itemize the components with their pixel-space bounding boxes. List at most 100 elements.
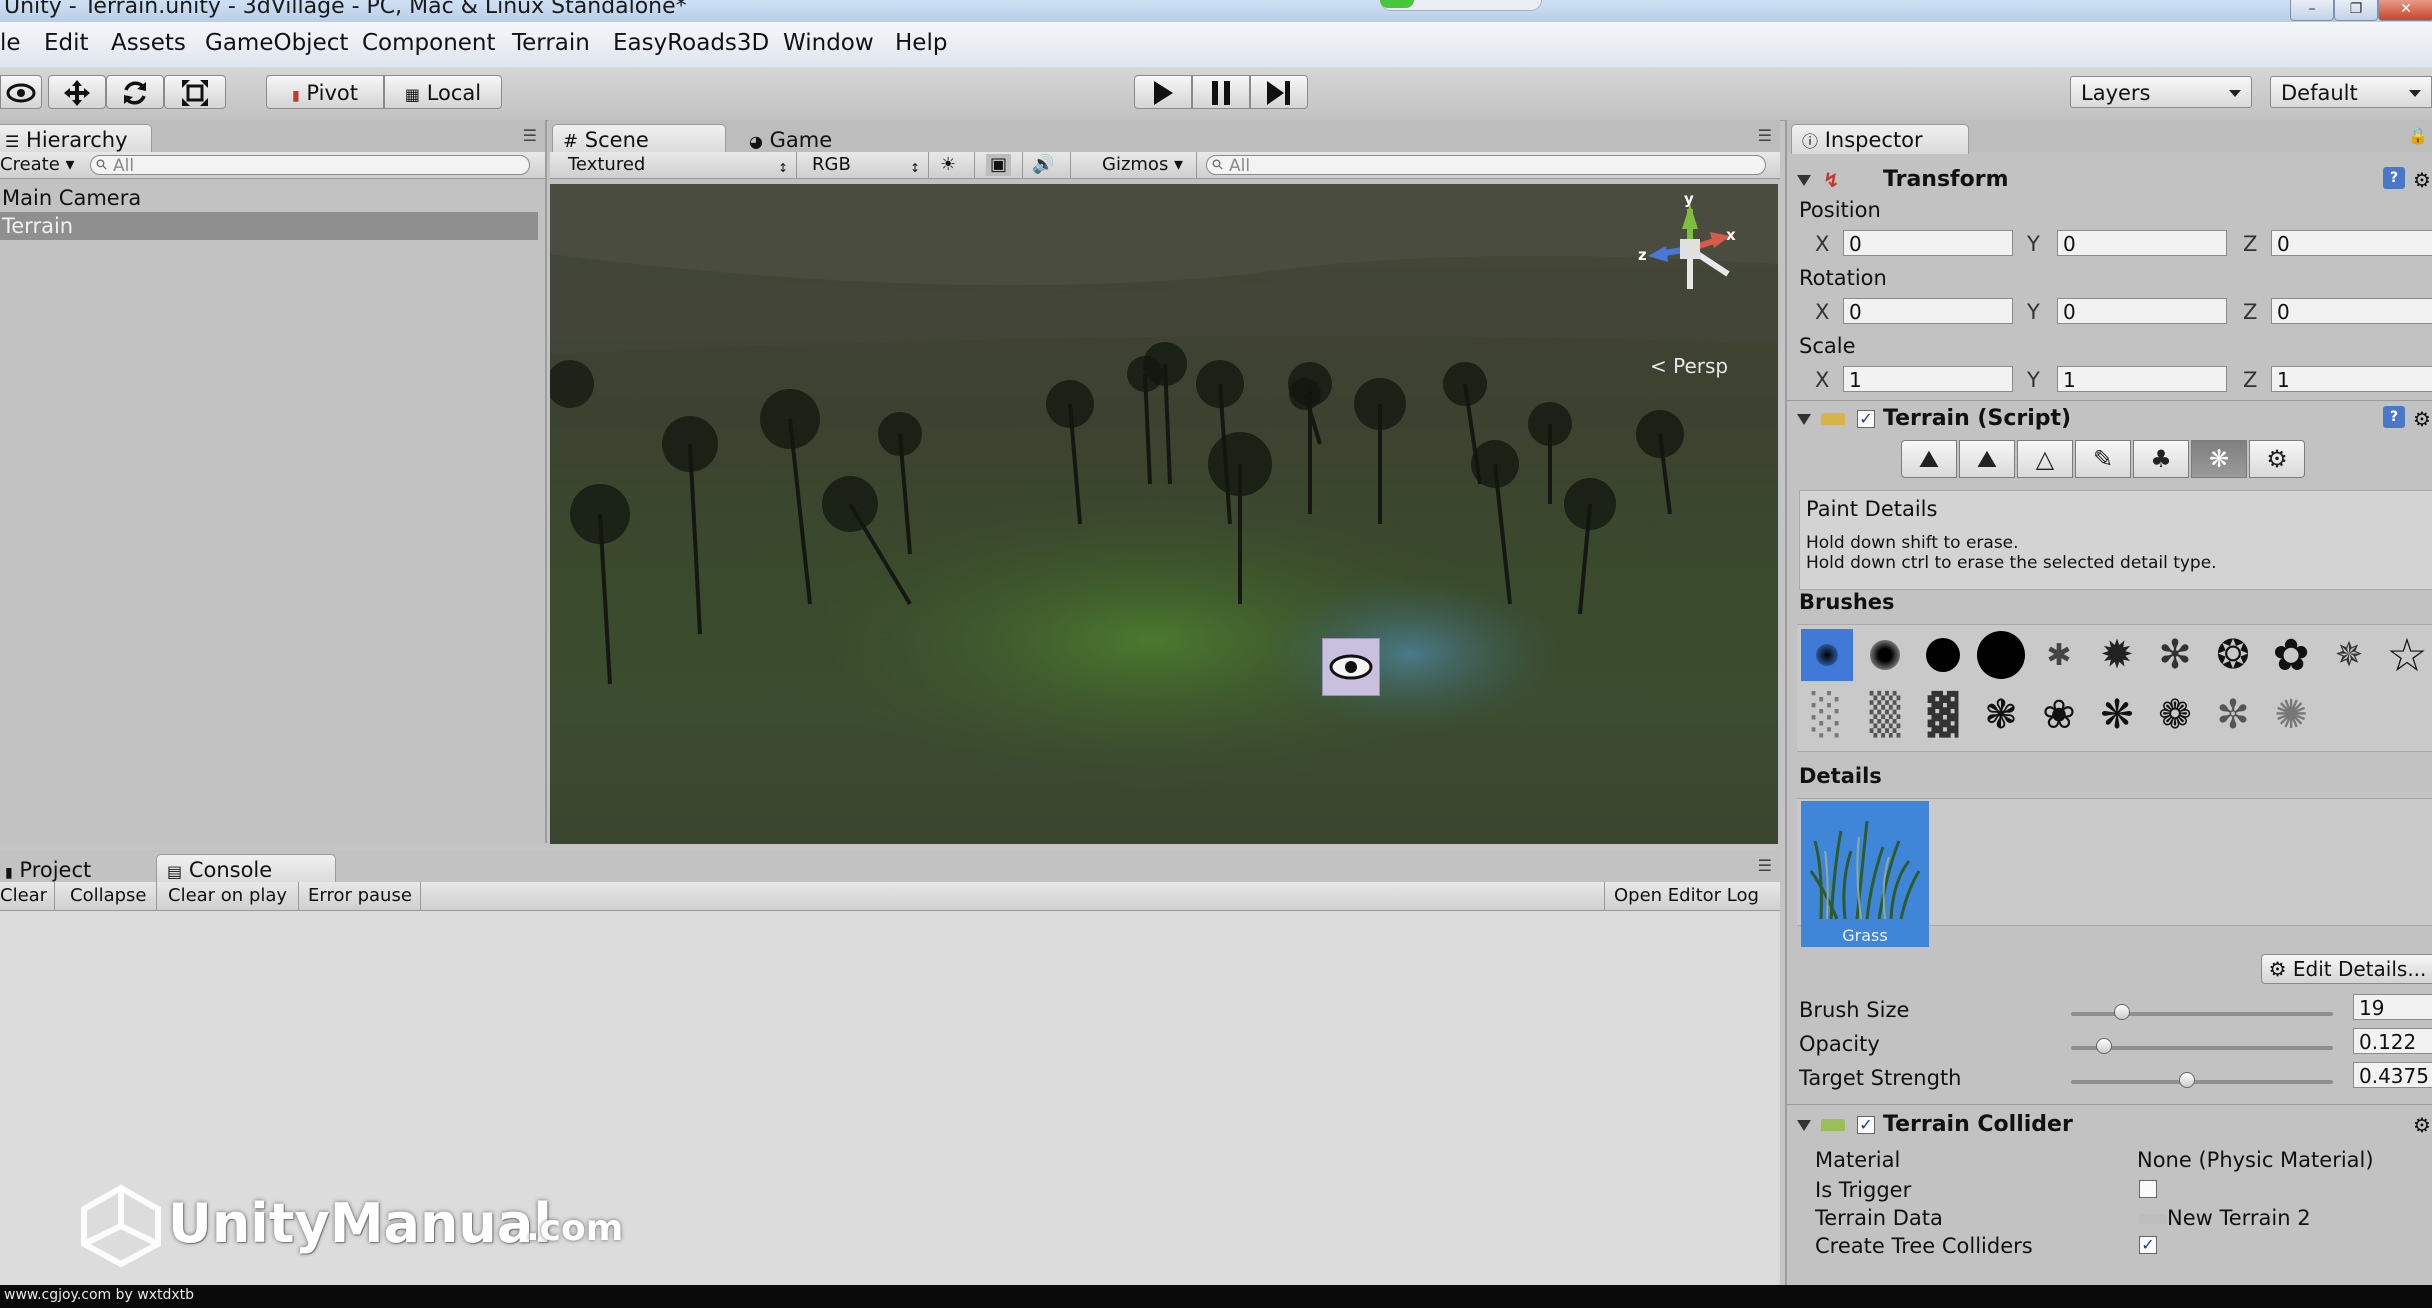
render-mode-dropdown[interactable]: Textured <box>568 154 788 176</box>
terrain-collider-header[interactable]: ✓ Terrain Collider ⚙ <box>1787 1108 2432 1142</box>
paint-details-tool[interactable]: ❋ <box>2191 440 2247 478</box>
scene-search-input[interactable]: All <box>1206 155 1766 176</box>
tab-scene[interactable]: # Scene <box>552 124 726 154</box>
raise-lower-tool[interactable]: ⛰ <box>1901 440 1957 478</box>
scale-x-field[interactable]: 1 <box>1843 366 2013 392</box>
clear-button[interactable]: Clear <box>0 885 47 907</box>
position-z-field[interactable]: 0 <box>2271 230 2432 256</box>
paint-texture-tool[interactable]: ✎ <box>2075 440 2131 478</box>
brush-hard-medium[interactable] <box>1917 629 1969 681</box>
gear-icon[interactable]: ⚙ <box>2413 1108 2431 1142</box>
brush-splat[interactable]: ❋ <box>2091 689 2143 741</box>
menu-easyroads3d[interactable]: EasyRoads3D <box>613 30 769 56</box>
local-toggle[interactable]: ▦ Local <box>384 75 502 109</box>
maximize-button[interactable]: ❐ <box>2334 0 2378 21</box>
smooth-height-tool[interactable]: △ <box>2017 440 2073 478</box>
gear-icon[interactable]: ⚙ <box>2413 402 2431 436</box>
edit-details-button[interactable]: ⚙ Edit Details... <box>2261 954 2432 984</box>
target-strength-slider-knob[interactable] <box>2178 1072 2195 1088</box>
lighting-toggle-icon[interactable]: ☀ <box>940 154 956 176</box>
brush-splatter-2[interactable]: ✻ <box>2149 629 2201 681</box>
tab-inspector[interactable]: ⓘ Inspector <box>1791 124 1969 154</box>
layout-dropdown[interactable]: Default <box>2270 76 2432 108</box>
terrain-enabled-checkbox[interactable]: ✓ <box>1857 410 1875 428</box>
play-button[interactable] <box>1134 75 1192 109</box>
create-dropdown[interactable]: Create ▾ <box>0 154 75 176</box>
menu-assets[interactable]: Assets <box>111 30 186 56</box>
error-pause-button[interactable]: Error pause <box>308 885 412 907</box>
menu-help[interactable]: Help <box>895 30 947 56</box>
brush-dots[interactable]: ❁ <box>2149 689 2201 741</box>
tab-game[interactable]: ◕ Game <box>738 124 898 154</box>
menu-window[interactable]: Window <box>783 30 874 56</box>
view-tool-button[interactable] <box>0 75 42 109</box>
rotation-y-field[interactable]: 0 <box>2057 298 2227 324</box>
tab-hierarchy[interactable]: ☰ Hierarchy <box>0 124 152 154</box>
brush-blot-1[interactable]: ❃ <box>1975 689 2027 741</box>
paint-height-tool[interactable]: ⛰ <box>1959 440 2015 478</box>
rotate-tool-button[interactable] <box>106 75 164 109</box>
brush-size-slider-track[interactable] <box>2071 1012 2333 1016</box>
target-strength-slider-track[interactable] <box>2071 1080 2333 1084</box>
image-toggle-icon[interactable]: ▣ <box>986 154 1012 176</box>
target-strength-field[interactable]: 0.4375 <box>2353 1062 2432 1088</box>
panel-menu-icon[interactable]: ☰ <box>1758 856 1772 875</box>
opacity-field[interactable]: 0.122 <box>2353 1028 2432 1054</box>
brush-noise-1[interactable]: ░ <box>1801 689 1853 741</box>
panel-menu-icon[interactable]: ☰ <box>523 126 537 145</box>
brush-scatter-1[interactable]: ✼ <box>2207 689 2259 741</box>
scale-z-field[interactable]: 1 <box>2271 366 2432 392</box>
position-y-field[interactable]: 0 <box>2057 230 2227 256</box>
lock-icon[interactable]: 🔒 <box>2408 126 2428 145</box>
material-field[interactable]: None (Physic Material) <box>2137 1148 2374 1172</box>
close-button[interactable]: ✕ <box>2378 0 2432 21</box>
move-tool-button[interactable] <box>48 75 106 109</box>
open-editor-log-button[interactable]: Open Editor Log <box>1614 885 1759 907</box>
minimize-button[interactable]: – <box>2290 0 2334 21</box>
detail-item-grass[interactable]: Grass <box>1801 801 1929 947</box>
brush-blot-2[interactable]: ❀ <box>2033 689 2085 741</box>
tab-console[interactable]: ▤ Console <box>156 854 336 884</box>
help-icon[interactable]: ? <box>2383 167 2405 189</box>
pause-button[interactable] <box>1192 75 1250 109</box>
orientation-gizmo[interactable] <box>1630 194 1750 314</box>
brush-star-thin[interactable]: ✵ <box>2323 629 2375 681</box>
scale-tool-button[interactable] <box>164 75 226 109</box>
menu-edit[interactable]: Edit <box>44 30 89 56</box>
brush-noise-3[interactable]: ▓ <box>1917 689 1969 741</box>
brush-soft-medium[interactable] <box>1859 629 1911 681</box>
camera-icon[interactable] <box>1322 638 1380 696</box>
brush-splatter-3[interactable]: ❂ <box>2207 629 2259 681</box>
place-trees-tool[interactable]: ♣ <box>2133 440 2189 478</box>
brush-scatter-2[interactable]: ✺ <box>2265 689 2317 741</box>
brush-sparkle[interactable]: ✱ <box>2033 629 2085 681</box>
hierarchy-item-main-camera[interactable]: Main Camera <box>0 184 538 212</box>
color-mode-dropdown[interactable]: RGB <box>812 154 922 176</box>
brush-star[interactable]: ☆ <box>2381 628 2432 682</box>
brush-size-slider-knob[interactable] <box>2113 1004 2130 1020</box>
help-icon[interactable]: ? <box>2383 406 2405 428</box>
opacity-slider-knob[interactable] <box>2095 1038 2112 1054</box>
tab-project[interactable]: ▮ Project <box>0 854 144 884</box>
pivot-toggle[interactable]: ▮ Pivot <box>266 75 384 109</box>
is-trigger-checkbox[interactable] <box>2139 1180 2157 1198</box>
collider-enabled-checkbox[interactable]: ✓ <box>1857 1116 1875 1134</box>
brush-cloud[interactable]: ✿ <box>2265 629 2317 681</box>
menu-terrain[interactable]: Terrain <box>512 30 590 56</box>
gizmos-dropdown[interactable]: Gizmos ▾ <box>1102 154 1183 176</box>
hierarchy-search-input[interactable]: All <box>90 155 530 176</box>
rotation-z-field[interactable]: 0 <box>2271 298 2432 324</box>
projection-label[interactable]: < Persp <box>1650 354 1728 378</box>
layers-dropdown[interactable]: Layers <box>2070 76 2252 108</box>
clear-on-play-button[interactable]: Clear on play <box>168 885 287 907</box>
brush-splatter-1[interactable]: ✹ <box>2091 629 2143 681</box>
brush-noise-2[interactable]: ▒ <box>1859 689 1911 741</box>
collapse-button[interactable]: Collapse <box>70 885 147 907</box>
scene-viewport[interactable]: y x z < Persp <box>550 184 1778 844</box>
position-x-field[interactable]: 0 <box>1843 230 2013 256</box>
brush-size-field[interactable]: 19 <box>2353 994 2432 1020</box>
terrain-data-field[interactable]: New Terrain 2 <box>2167 1206 2311 1230</box>
audio-toggle-icon[interactable]: 🔊 <box>1032 154 1054 176</box>
brush-hard-large[interactable] <box>1975 629 2027 681</box>
transform-header[interactable]: ↯ Transform ? ⚙ <box>1787 163 2432 197</box>
